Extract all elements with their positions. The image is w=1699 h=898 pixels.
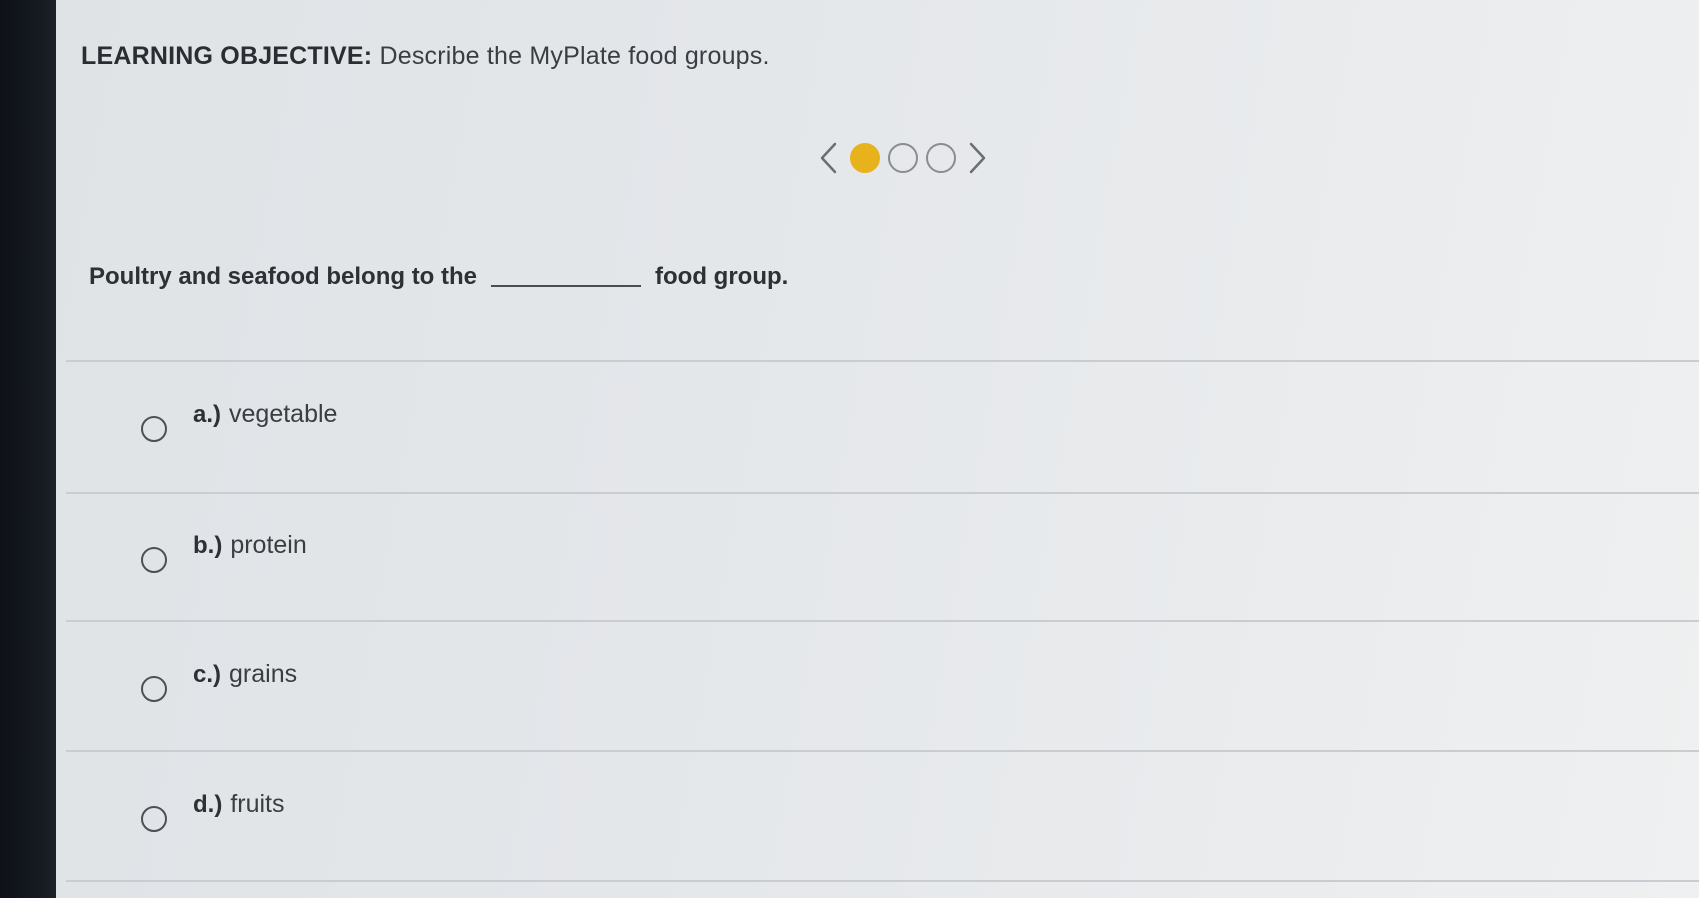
- question-text-after: food group.: [655, 263, 789, 290]
- page-dot-3[interactable]: [926, 143, 956, 173]
- question-screen: LEARNING OBJECTIVE: Describe the MyPlate…: [56, 0, 1699, 898]
- option-letter: d.): [193, 790, 223, 818]
- divider: [66, 620, 1699, 622]
- radio-button[interactable]: [141, 546, 167, 573]
- option-text: grains: [229, 660, 298, 688]
- option-text: protein: [230, 531, 307, 559]
- chevron-left-icon[interactable]: [816, 141, 842, 175]
- page-dot-2[interactable]: [888, 143, 918, 173]
- objective-label: LEARNING OBJECTIVE:: [81, 42, 373, 70]
- option-letter: c.): [193, 660, 222, 688]
- divider: [66, 750, 1699, 752]
- radio-button[interactable]: [141, 415, 167, 442]
- answer-option-d[interactable]: d.) fruits: [141, 790, 285, 832]
- answer-option-b[interactable]: b.) protein: [141, 531, 307, 573]
- divider: [66, 492, 1699, 494]
- answer-option-c[interactable]: c.) grains: [141, 660, 298, 702]
- question-pager: [816, 138, 990, 178]
- option-letter: a.): [193, 400, 222, 428]
- radio-button[interactable]: [141, 675, 167, 702]
- objective-text: Describe the MyPlate food groups.: [379, 42, 770, 70]
- option-text: vegetable: [229, 400, 338, 428]
- chevron-right-icon[interactable]: [964, 141, 990, 175]
- monitor-bezel: [0, 0, 60, 898]
- divider: [66, 880, 1699, 882]
- answer-option-a[interactable]: a.) vegetable: [141, 400, 338, 442]
- learning-objective: LEARNING OBJECTIVE: Describe the MyPlate…: [81, 42, 770, 71]
- radio-button[interactable]: [141, 805, 167, 832]
- option-text: fruits: [230, 790, 285, 818]
- page-dot-1[interactable]: [850, 143, 880, 173]
- question-prompt: Poultry and seafood belong to the food g…: [89, 263, 788, 291]
- answer-blank: [491, 285, 642, 287]
- option-letter: b.): [193, 531, 223, 559]
- question-text-before: Poultry and seafood belong to the: [89, 263, 478, 290]
- divider: [66, 360, 1699, 362]
